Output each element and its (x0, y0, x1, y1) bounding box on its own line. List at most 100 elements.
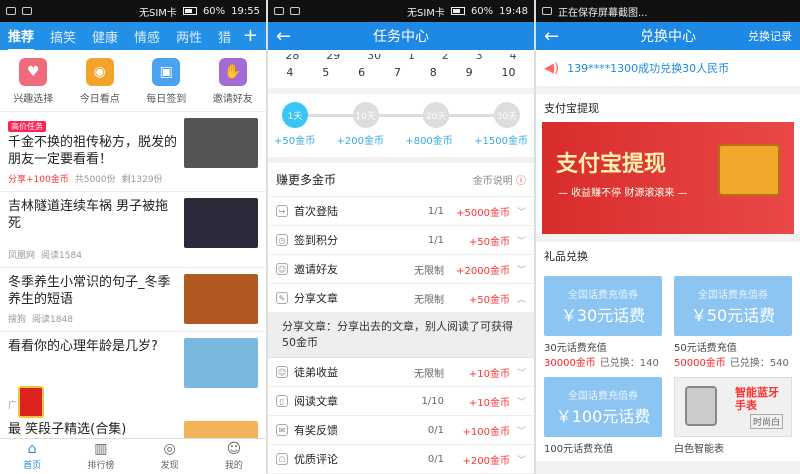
add-category-icon[interactable]: + (243, 27, 258, 45)
ranking-icon: ▥ (94, 441, 108, 457)
task-row[interactable]: ▯ 阅读文章 1/10 +10金币 ﹀ (268, 387, 534, 416)
task-limit: 无限制 (414, 294, 444, 306)
chevron-down-icon: ﹀ (516, 207, 526, 218)
nav-me[interactable]: ☺ 我的 (225, 442, 243, 471)
task-reward: +10金币 (468, 397, 510, 409)
task-limit: 无限制 (414, 368, 444, 380)
tab-recommend[interactable]: 推荐 (8, 22, 35, 51)
page-title: 任务中心 (373, 29, 429, 45)
gift-name: 30元话费充值 (544, 343, 607, 354)
streak-reward: +50金币 (274, 136, 316, 147)
task-limit: 1/10 (421, 395, 444, 407)
status-text: 正在保存屏幕截图... (558, 7, 648, 19)
task-row[interactable]: ↪ 首次登陆 1/1 +5000金币 ﹀ (268, 197, 534, 226)
nav-home[interactable]: ⌂ 首页 (23, 442, 41, 471)
news-item[interactable]: 吉林隧道连续车祸 男子被拖死 凤凰网 阅读1584 (0, 192, 266, 268)
battery-text: 60% (470, 5, 494, 17)
task-name: 邀请好友 (294, 263, 338, 276)
section-title: 支付宝提现 (544, 102, 599, 115)
voucher-amount: ￥30元话费 (560, 306, 646, 325)
login-icon: ↪ (276, 205, 288, 217)
news-item[interactable]: 冬季养生小常识的句子_冬季养生的短语 搜狗 阅读1848 (0, 268, 266, 332)
nav-discover[interactable]: ◎ 发现 (161, 442, 179, 471)
tab-hunt[interactable]: 猎 (218, 23, 231, 50)
ticker-text: 139****1300成功兑换30人民币 (567, 62, 730, 75)
comment-icon: ☖ (276, 453, 288, 465)
task-name: 阅读文章 (294, 395, 338, 408)
gift-card[interactable]: 全国话费充值券 ￥50元话费 50元话费充值 50000金币 已兑换：540 (674, 276, 792, 369)
task-reward: +50金币 (468, 236, 510, 248)
tab-health[interactable]: 健康 (92, 23, 118, 50)
battery-text: 60% (202, 5, 226, 17)
gift-card[interactable]: 智能蓝牙手表 时尚白 白色智能表 (674, 377, 792, 455)
exchange-record-link[interactable]: 兑换记录 (748, 28, 792, 44)
task-limit: 1/1 (427, 234, 444, 246)
red-packet-icon[interactable] (18, 386, 44, 418)
task-row[interactable]: ✉ 有奖反馈 0/1 +100金币 ﹀ (268, 416, 534, 445)
gift-grid: 全国话费充值券 ￥30元话费 30元话费充值 30000金币 已兑换：140 全国话… (536, 270, 800, 461)
nav-label: 排行榜 (87, 461, 115, 471)
clock-text: 19:55 (231, 5, 260, 17)
task-description: 分享文章：分享出去的文章，别人阅读了可获得50金币 (268, 313, 534, 358)
streak-reward: +200金币 (336, 136, 384, 147)
news-feed-screen: 无SIM卡 60% 19:55 推荐 搞笑 健康 情感 两性 猎 + ♥ 兴趣选择… (0, 0, 266, 474)
alipay-section: 支付宝提现 支付宝提现 — 收益赚不停 财源滚滚来 — (536, 94, 800, 234)
nav-label: 发现 (160, 461, 179, 471)
nav-ranking[interactable]: ▥ 排行榜 (87, 442, 114, 471)
voucher-amount: ￥50元话费 (690, 306, 776, 325)
chevron-up-icon: ︿ (516, 294, 526, 305)
tab-relationship[interactable]: 两性 (176, 23, 202, 50)
task-reward: +10金币 (468, 368, 510, 380)
section-title: 赚更多金币 (276, 173, 337, 187)
task-row[interactable]: ☺ 邀请好友 无限制 +2000金币 ﹀ (268, 255, 534, 284)
streak-reward: +800金币 (405, 136, 453, 147)
message-icon (290, 7, 300, 15)
alipay-banner[interactable]: 支付宝提现 — 收益赚不停 财源滚滚来 — (542, 122, 794, 234)
voucher-subtitle: 全国话费充值券 (698, 290, 768, 301)
task-row[interactable]: ◷ 签到积分 1/1 +50金币 ﹀ (268, 226, 534, 255)
gift-card[interactable]: 全国话费充值券 ￥100元话费 100元话费充值 (544, 377, 662, 455)
news-thumbnail (184, 274, 258, 324)
calendar-day: 10 (501, 65, 516, 79)
tab-emotion[interactable]: 情感 (134, 23, 160, 50)
title-bar: ← 任务中心 (268, 22, 534, 50)
quick-interest[interactable]: ♥ 兴趣选择 (13, 58, 53, 105)
checkin-calendar: 28 29 30 1 2 3 4 4 5 6 7 8 9 10 (268, 50, 534, 88)
chevron-down-icon: ﹀ (516, 397, 526, 408)
back-arrow-icon[interactable]: ← (544, 26, 568, 47)
calendar-day: 9 (465, 65, 473, 79)
message-icon (22, 7, 32, 15)
gift-name: 100元话费充值 (544, 444, 614, 455)
task-row[interactable]: ☺ 徒弟收益 无限制 +10金币 ﹀ (268, 358, 534, 387)
news-source: 凤凰网 (8, 251, 36, 261)
news-thumbnail (184, 118, 258, 168)
gift-card[interactable]: 全国话费充值券 ￥30元话费 30元话费充值 30000金币 已兑换：140 (544, 276, 662, 369)
gift-exchanged: 已兑换：540 (729, 358, 789, 369)
exchange-center-screen: 正在保存屏幕截图... ← 兑换中心 兑换记录 ◀) 139****1300成功… (536, 0, 800, 474)
category-bar: 推荐 搞笑 健康 情感 两性 猎 + (0, 22, 266, 51)
news-reads: 阅读1848 (32, 315, 73, 325)
calendar-day: 29 (326, 54, 341, 62)
quick-today[interactable]: ◉ 今日看点 (80, 58, 120, 105)
calendar-day: 6 (358, 65, 366, 79)
apprentice-icon: ☺ (276, 366, 288, 378)
quick-checkin[interactable]: ▣ 每日签到 (146, 58, 186, 105)
news-item[interactable]: 高价任务 千金不换的祖传秘方，脱发的朋友一定要看看！ 分享+100金币 共5000… (0, 112, 266, 192)
calendar-day: 30 (367, 54, 382, 62)
task-name: 有奖反馈 (294, 424, 338, 437)
tab-funny[interactable]: 搞笑 (50, 23, 76, 50)
user-icon: ☺ (226, 441, 242, 457)
news-item[interactable]: 看看你的心理年龄是几岁? (0, 332, 266, 394)
task-limit: 0/1 (427, 453, 444, 465)
news-thumbnail (184, 198, 258, 248)
quick-invite[interactable]: ✋ 邀请好友 (213, 58, 253, 105)
banner-title: 支付宝提现 (556, 152, 667, 177)
task-row[interactable]: ☖ 优质评论 0/1 +200金币 ﹀ (268, 445, 534, 474)
back-arrow-icon[interactable]: ← (276, 26, 300, 47)
screenshot-icon (542, 7, 552, 15)
task-name: 签到积分 (294, 234, 338, 247)
task-row[interactable]: ✎ 分享文章 无限制 +50金币 ︿ (268, 284, 534, 313)
battery-icon (182, 7, 197, 15)
streak-day-1: 1天 (282, 102, 308, 128)
coin-explain-link[interactable]: 金币说明 ⓘ (473, 172, 526, 187)
